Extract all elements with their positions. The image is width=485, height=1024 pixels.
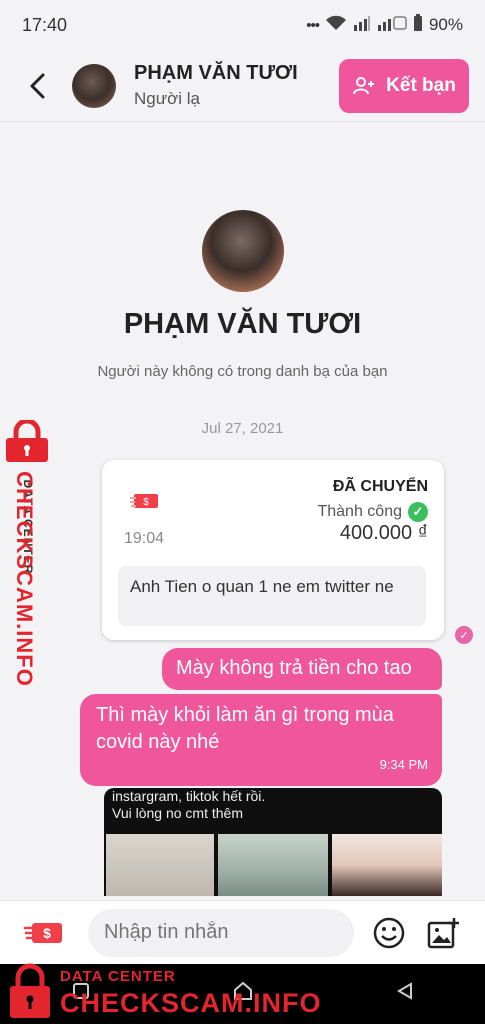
transfer-title: ĐÃ CHUYỂN bbox=[332, 478, 428, 495]
contact-name: PHẠM VĂN TƯƠI bbox=[134, 62, 298, 84]
back-nav-icon[interactable] bbox=[395, 981, 415, 1007]
back-arrow-icon bbox=[30, 73, 45, 98]
message-time: 9:34 PM bbox=[379, 757, 428, 772]
contact-status: Người lạ bbox=[134, 89, 200, 108]
profile-summary: PHẠM VĂN TƯƠI Người này không có trong d… bbox=[0, 210, 485, 380]
message-composer: $ bbox=[0, 900, 485, 964]
money-transfer-card[interactable]: $ 19:04 ĐÃ CHUYỂN Thành công ✓ 400.000 ₫… bbox=[102, 460, 444, 640]
home-icon[interactable] bbox=[232, 981, 254, 1007]
profile-note: Người này không có trong danh bạ của bạn bbox=[97, 363, 388, 380]
battery-icon bbox=[413, 14, 423, 36]
signal-icon bbox=[353, 15, 371, 35]
transfer-status: Thành công ✓ bbox=[317, 502, 428, 522]
image-thumbnail[interactable] bbox=[332, 834, 442, 896]
chat-header: PHẠM VĂN TƯƠI Người lạ Kết bạn bbox=[0, 50, 485, 122]
check-circle-icon: ✓ bbox=[408, 502, 428, 522]
wifi-icon bbox=[325, 15, 347, 35]
transfer-status-text: Thành công bbox=[317, 503, 402, 520]
contact-avatar[interactable] bbox=[72, 63, 116, 108]
profile-avatar[interactable] bbox=[201, 210, 284, 292]
watermark-side: DATA CENTER CHECKSCAM.INFO bbox=[0, 420, 56, 687]
signal-lte-icon bbox=[377, 15, 407, 35]
notification-dots-icon: ••• bbox=[306, 16, 320, 34]
emoji-icon[interactable] bbox=[372, 916, 406, 950]
watermark-side-big: CHECKSCAM.INFO bbox=[12, 471, 37, 687]
message-input[interactable] bbox=[88, 908, 354, 957]
system-nav-bar bbox=[0, 964, 485, 1024]
money-transfer-button[interactable]: $ bbox=[24, 920, 64, 946]
add-friend-label: Kết bạn bbox=[386, 74, 456, 96]
money-transfer-icon: $ bbox=[130, 494, 158, 508]
status-icons: ••• 90% bbox=[306, 14, 463, 36]
image-thumbnail[interactable] bbox=[218, 834, 328, 896]
image-thumbnail[interactable] bbox=[106, 834, 214, 896]
svg-text:$: $ bbox=[43, 925, 51, 941]
image-message[interactable]: instargram, tiktok hết rồi. Vui lòng no … bbox=[104, 788, 442, 896]
watermark-side-small: DATA CENTER bbox=[21, 479, 35, 575]
transfer-time: 19:04 bbox=[124, 530, 165, 547]
status-bar: 17:40 ••• 90% bbox=[0, 0, 485, 50]
date-separator: Jul 27, 2021 bbox=[201, 420, 284, 437]
svg-text:$: $ bbox=[143, 497, 149, 508]
seen-check-icon: ✓ bbox=[455, 626, 473, 644]
message-text: Thì mày khỏi làm ăn gì trong mùa covid n… bbox=[96, 704, 394, 753]
add-friend-button[interactable]: Kết bạn bbox=[339, 58, 469, 113]
back-button[interactable] bbox=[8, 56, 68, 116]
profile-name: PHẠM VĂN TƯƠI bbox=[123, 308, 362, 340]
battery-percent: 90% bbox=[428, 15, 463, 34]
status-time: 17:40 bbox=[22, 14, 68, 35]
image-caption: instargram, tiktok hết rồi. Vui lòng no … bbox=[112, 788, 266, 821]
message-bubble[interactable]: Thì mày khỏi làm ăn gì trong mùa covid n… bbox=[80, 694, 442, 786]
transfer-amount: 400.000 ₫ bbox=[339, 522, 428, 544]
message-bubble[interactable]: Mày không trả tiền cho tao bbox=[162, 648, 442, 690]
recent-apps-icon[interactable] bbox=[71, 981, 91, 1007]
add-friend-icon bbox=[353, 76, 375, 94]
contact-info[interactable]: PHẠM VĂN TƯƠI Người lạ bbox=[134, 62, 339, 109]
transfer-note: Anh Tien o quan 1 ne em twitter ne bbox=[118, 566, 426, 626]
message-text: Mày không trả tiền cho tao bbox=[176, 657, 412, 679]
image-add-icon[interactable] bbox=[426, 916, 460, 950]
